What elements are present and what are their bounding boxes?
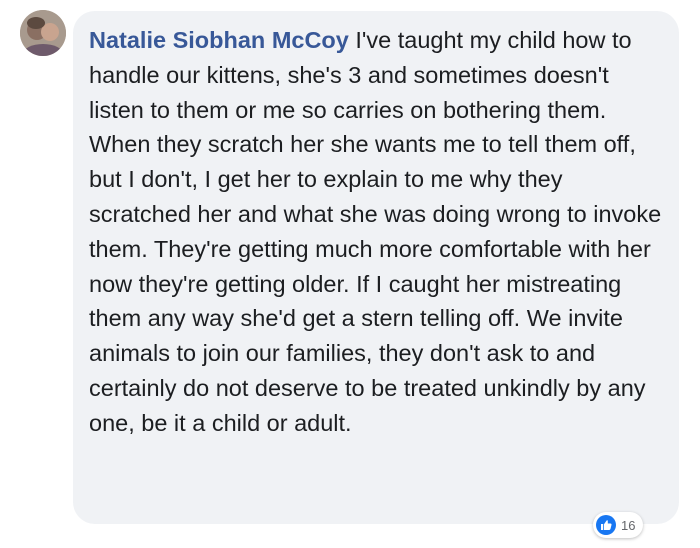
author-name[interactable]: Natalie Siobhan McCoy [89,27,349,53]
comment-text: I've taught my child how to handle our k… [89,27,662,436]
comment-body: Natalie Siobhan McCoy I've taught my chi… [89,23,663,441]
avatar[interactable] [20,10,66,56]
like-icon [596,515,616,535]
reaction-count: 16 [621,517,636,533]
comment: Natalie Siobhan McCoy I've taught my chi… [0,0,700,548]
avatar-photo [20,10,66,56]
reactions-badge[interactable]: 16 [593,512,644,538]
comment-bubble: Natalie Siobhan McCoy I've taught my chi… [73,11,679,524]
